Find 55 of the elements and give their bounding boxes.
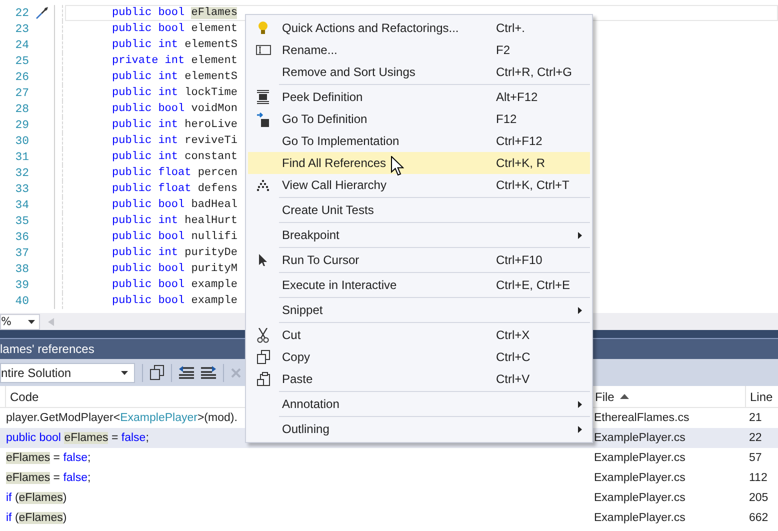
code-line: public int elementS [112,39,238,51]
code-line: public float percen [112,167,238,179]
code-line: public bool purityM [112,263,238,275]
code-line: public float defens [112,183,238,195]
code-line: private int element [112,55,238,67]
line-cell-text: 662 [748,512,770,524]
code-line: public bool example [112,279,238,291]
line-number: 28 [14,102,29,116]
file-cell-text: ExamplePlayer.cs [593,432,686,444]
line-cell-text: 112 [748,472,768,484]
code-line: public bool eFlames [112,7,238,19]
line-number: 36 [14,230,29,244]
code-line: public bool example [112,295,238,307]
line-number: 25 [14,54,29,68]
code-line: public int lockTime [112,87,238,99]
code-cell-text: player.GetModPlayer<ExamplePlayer>(mod). [5,412,238,424]
line-number: 35 [14,214,29,228]
line-number: 23 [14,22,29,36]
file-cell-text: ExamplePlayer.cs [593,492,686,504]
code-line: public bool voidMon [112,103,238,115]
line-cell-text: 21 [748,412,763,424]
code-line: public int heroLive [112,119,238,131]
line-number: 29 [14,118,29,132]
line-number: 22 [14,6,29,20]
line-number: 24 [14,38,29,52]
line-number: 37 [14,246,29,260]
file-cell-text: ExamplePlayer.cs [593,452,686,464]
code-line: public bool element [112,23,238,35]
line-number: 26 [14,70,29,84]
line-number: 38 [14,262,29,276]
code-line: public bool badHeal [112,199,238,211]
file-cell-text: EtherealFlames.cs [593,412,690,424]
line-number: 33 [14,182,29,196]
code-line: public int elementS [112,71,238,83]
code-line: public int constant [112,151,238,163]
line-number: 40 [14,294,29,308]
line-cell-text: 57 [748,452,763,464]
code-cell-text: if (eFlames) [5,492,68,504]
file-cell-text: ExamplePlayer.cs [593,512,686,524]
code-cell-text: if (eFlames) [5,512,68,524]
line-number: 30 [14,134,29,148]
line-number: 34 [14,198,29,212]
code-line: public bool nullifi [112,231,238,243]
line-cell-text: 22 [748,432,763,444]
code-line: public int purityDe [112,247,238,259]
file-cell-text: ExamplePlayer.cs [593,472,686,484]
code-cell-text: eFlames = false; [5,452,92,464]
code-line: public int healHurt [112,215,238,227]
line-cell-text: 205 [748,492,770,504]
line-number: 27 [14,86,29,100]
code-line: public int reviveTi [112,135,238,147]
line-number: 31 [14,150,29,164]
line-number: 39 [14,278,29,292]
code-cell-text: eFlames = false; [5,472,92,484]
line-number: 32 [14,166,29,180]
